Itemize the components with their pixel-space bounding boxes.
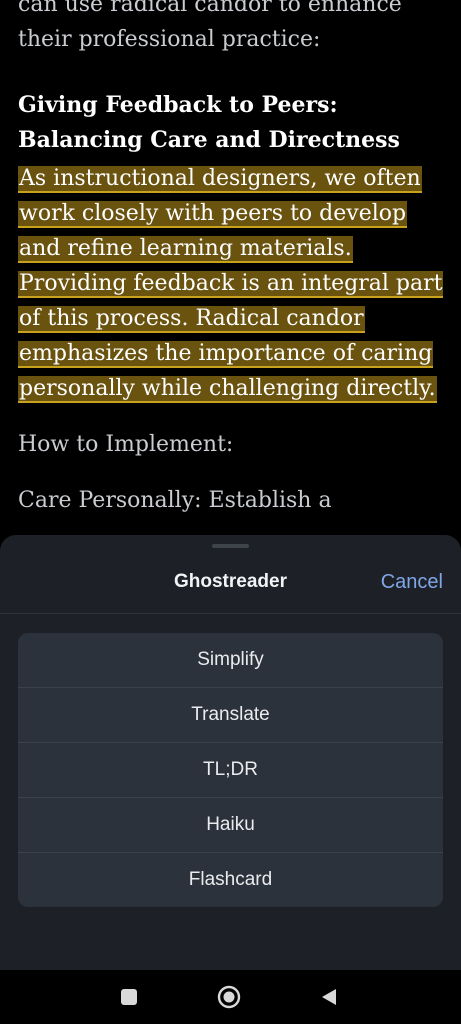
ghostreader-options: Simplify Translate TL;DR Haiku Flashcard xyxy=(18,633,443,907)
system-nav-bar xyxy=(0,970,461,1024)
option-simplify[interactable]: Simplify xyxy=(18,633,443,688)
square-recents-icon xyxy=(121,989,137,1005)
heading-line-2: Balancing Care and Directness xyxy=(18,127,400,153)
how-to-text: How to Implement: xyxy=(18,432,234,457)
back-button[interactable] xyxy=(314,982,344,1012)
section-heading: Giving Feedback to Peers: Balancing Care… xyxy=(18,88,443,158)
home-button[interactable] xyxy=(214,982,244,1012)
sheet-header: Ghostreader Cancel xyxy=(0,557,461,614)
option-flashcard[interactable]: Flashcard xyxy=(18,853,443,907)
option-haiku[interactable]: Haiku xyxy=(18,798,443,853)
reader-article[interactable]: can use radical candor to enhance their … xyxy=(0,0,461,540)
circle-home-icon xyxy=(217,985,241,1009)
article-content: can use radical candor to enhance their … xyxy=(18,0,444,518)
option-translate[interactable]: Translate xyxy=(18,688,443,743)
option-tldr[interactable]: TL;DR xyxy=(18,743,443,798)
recents-button[interactable] xyxy=(114,982,144,1012)
care-personally-text: Care Personally: Establish a xyxy=(18,488,332,513)
drag-handle[interactable] xyxy=(212,544,249,548)
highlighted-paragraph[interactable]: As instructional designers, we often wor… xyxy=(18,161,444,406)
heading-line-1: Giving Feedback to Peers: xyxy=(18,92,338,118)
ghostreader-sheet: Ghostreader Cancel Simplify Translate TL… xyxy=(0,535,461,970)
intro-text: can use radical candor to enhance their … xyxy=(18,0,402,52)
cancel-button[interactable]: Cancel xyxy=(381,557,443,607)
highlight-text[interactable]: As instructional designers, we often wor… xyxy=(18,166,444,403)
triangle-back-icon xyxy=(322,989,336,1005)
